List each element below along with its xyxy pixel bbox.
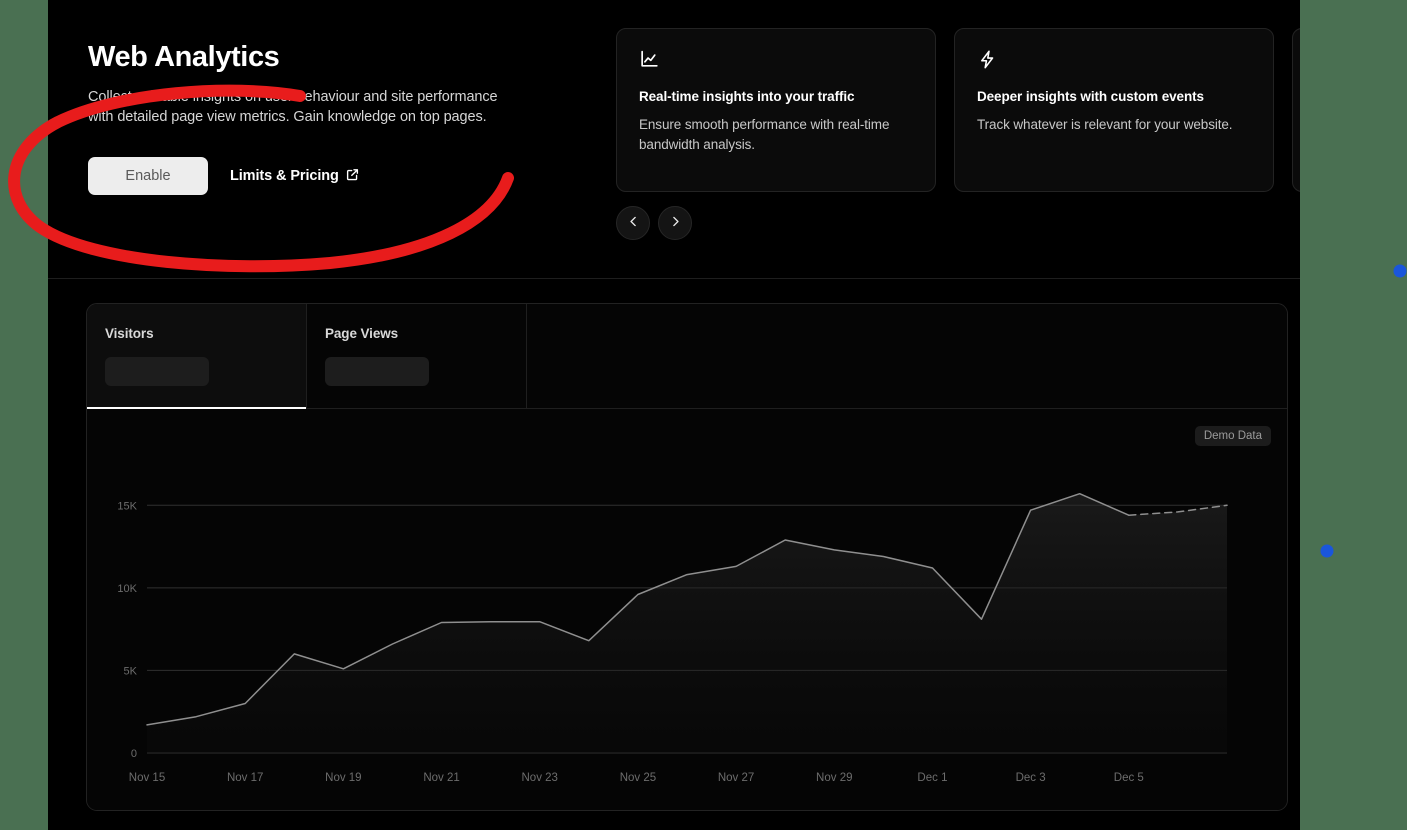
tab-visitors-value-skeleton	[105, 357, 209, 386]
feature-card-body: Ensure smooth performance with real-time…	[639, 117, 890, 152]
y-axis-tick-label: 10K	[117, 583, 137, 595]
tab-page-views-value-skeleton	[325, 357, 429, 386]
screen-root: Web Analytics Collect valuable insights …	[0, 0, 1407, 830]
carousel-next-button[interactable]	[658, 206, 692, 240]
feature-card-body: Track whatever is relevant for your webs…	[977, 117, 1233, 132]
feature-card-title: Deeper insights with custom events	[977, 89, 1204, 104]
annotation-dot	[1320, 544, 1334, 558]
x-axis-tick-label: Dec 1	[917, 772, 947, 784]
x-axis-tick-label: Nov 23	[522, 772, 558, 784]
tab-page-views[interactable]: Page Views	[307, 304, 527, 408]
y-axis-tick-label: 5K	[124, 665, 138, 677]
carousel-nav	[616, 206, 692, 240]
x-axis-tick-label: Nov 25	[620, 772, 656, 784]
page-description: Collect valuable insights on user behavi…	[88, 89, 498, 125]
feature-card[interactable]: Real-time insights into your traffic Ens…	[616, 28, 936, 192]
tab-visitors-label: Visitors	[105, 326, 154, 341]
y-axis-tick-label: 0	[131, 748, 137, 760]
visitors-line-chart[interactable]: 0 5K 10K 15K Nov 15 Nov 17 Nov 19 Nov 21 Nov 23…	[87, 409, 1287, 810]
lightning-bolt-icon	[977, 49, 1251, 71]
x-axis-tick-label: Nov 27	[718, 772, 754, 784]
page-title: Web Analytics	[88, 41, 280, 73]
hero-left-column: Web Analytics Collect valuable insights …	[88, 40, 558, 195]
chart-area: Demo Data 0 5K 10K 15K Nov 15 Nov 17 Nov 19 No…	[87, 409, 1287, 810]
external-link-icon	[346, 168, 359, 185]
x-axis-tick-label: Nov 19	[325, 772, 361, 784]
metric-tabs: Visitors Page Views	[87, 304, 1287, 409]
tabs-filler	[527, 304, 1287, 408]
x-axis-tick-label: Nov 29	[816, 772, 852, 784]
feature-card[interactable]: Deeper insights with custom events Track…	[954, 28, 1274, 192]
x-axis-tick-label: Nov 21	[423, 772, 459, 784]
x-axis-tick-label: Dec 3	[1016, 772, 1046, 784]
x-axis-tick-label: Nov 17	[227, 772, 263, 784]
x-axis-tick-label: Nov 15	[129, 772, 165, 784]
tab-visitors[interactable]: Visitors	[87, 304, 307, 409]
chart-area-fill	[147, 493, 1227, 753]
feature-card-track: Real-time insights into your traffic Ens…	[568, 28, 1300, 192]
chevron-left-icon	[627, 215, 640, 231]
line-chart-icon	[639, 49, 913, 71]
enable-button[interactable]: Enable	[88, 157, 208, 195]
chevron-right-icon	[669, 215, 682, 231]
carousel-prev-button[interactable]	[616, 206, 650, 240]
chart-y-axis-labels: 0 5K 10K 15K	[117, 500, 137, 760]
y-axis-tick-label: 15K	[117, 500, 137, 512]
demo-data-badge: Demo Data	[1194, 426, 1271, 446]
annotation-dot	[1393, 264, 1407, 278]
feature-card[interactable]: Res Web and	[1292, 28, 1300, 192]
feature-card-title: Real-time insights into your traffic	[639, 89, 855, 104]
app-container: Web Analytics Collect valuable insights …	[48, 0, 1300, 830]
x-axis-tick-label: Dec 5	[1114, 772, 1144, 784]
analytics-panel: Visitors Page Views Demo Data 0 5K 10K 1…	[86, 303, 1288, 811]
limits-pricing-label: Limits & Pricing	[230, 168, 339, 184]
limits-pricing-link[interactable]: Limits & Pricing	[230, 168, 359, 185]
chart-x-axis-labels: Nov 15 Nov 17 Nov 19 Nov 21 Nov 23 Nov 25 Nov …	[129, 772, 1144, 784]
hero-actions: Enable Limits & Pricing	[88, 157, 558, 195]
tab-page-views-label: Page Views	[325, 326, 399, 341]
hero-section: Web Analytics Collect valuable insights …	[48, 0, 1300, 279]
